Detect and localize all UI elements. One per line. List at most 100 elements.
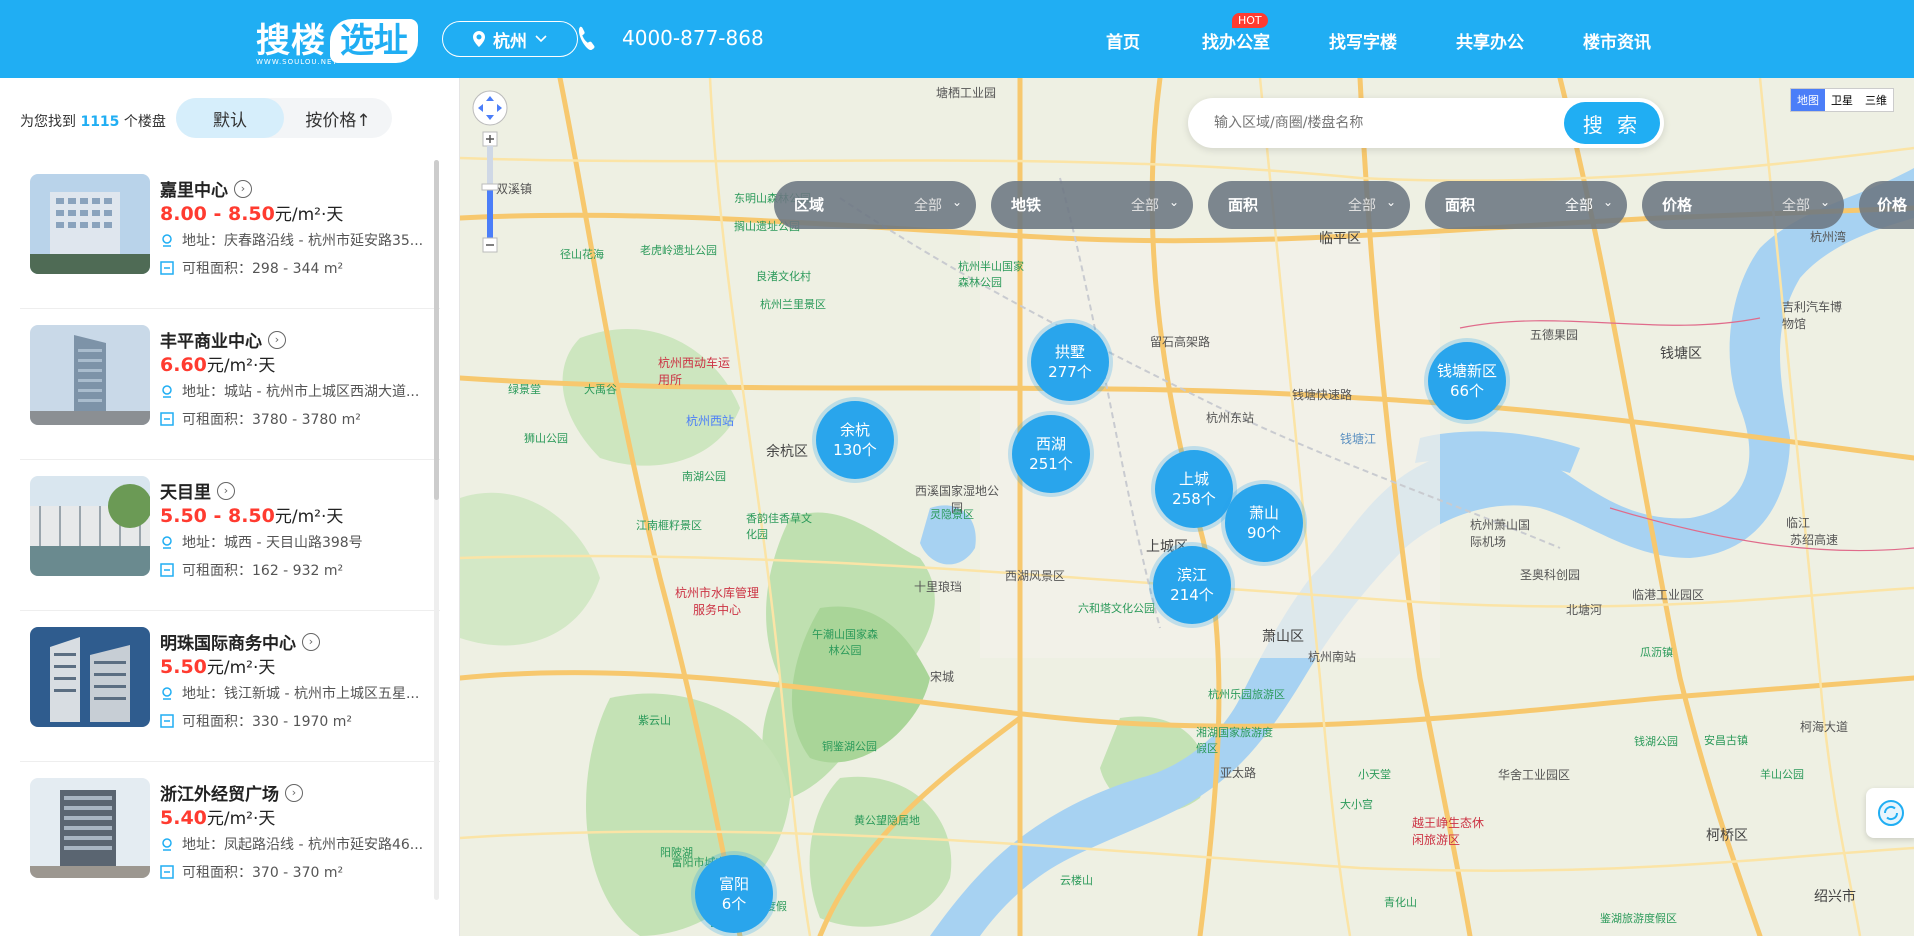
cluster-marker[interactable]: 拱墅 277个 — [1031, 323, 1109, 401]
filter-area[interactable]: 面积 全部 ⌄ — [1208, 181, 1410, 229]
poi-label: 钱塘江 — [1340, 432, 1377, 446]
listing-card[interactable]: 嘉里中心 › 8.00 - 8.50元/m²·天 地址：庆春路沿线 - 杭州市延安… — [20, 158, 440, 309]
logo-box-text: 选址 — [330, 19, 418, 63]
listing-card[interactable]: 浙江外经贸广场 › 5.40元/m²·天 地址：凤起路沿线 - 杭州市延安路46.… — [20, 762, 440, 913]
cluster-marker[interactable]: 余杭 130个 — [816, 401, 894, 479]
listing-title[interactable]: 明珠国际商务中心 › — [160, 629, 320, 654]
poi-label: 宋城 — [930, 670, 955, 684]
map-type-map[interactable]: 地图 — [1791, 89, 1825, 111]
cluster-marker[interactable]: 西湖 251个 — [1012, 415, 1090, 493]
poi-label: 紫云山 — [638, 714, 671, 727]
cluster-count: 90个 — [1246, 524, 1282, 542]
area-text: 可租面积：3780 - 3780 m² — [182, 412, 361, 428]
listing-title[interactable]: 嘉里中心 › — [160, 176, 252, 201]
city-selector[interactable]: 杭州 — [442, 21, 578, 57]
price-unit: 元/m²·天 — [206, 809, 276, 829]
poi-label: 铜鉴湖公园 — [822, 740, 877, 753]
filter-metro[interactable]: 地铁 全部 ⌄ — [991, 181, 1193, 229]
listing-title[interactable]: 丰平商业中心 › — [160, 327, 286, 352]
poi-label: 良渚文化村 — [756, 270, 811, 283]
poi-label: 杭州市水库管理服务中心 — [674, 586, 759, 617]
cluster-marker[interactable]: 萧山 90个 — [1225, 484, 1303, 562]
poi-label: 径山花海 — [560, 248, 604, 261]
poi-label: 吉利汽车博物馆 — [1782, 300, 1843, 331]
zoom-in-button[interactable] — [483, 132, 497, 146]
poi-label: 狮山公园 — [524, 432, 568, 445]
filter-price-2[interactable]: 价格 — [1859, 181, 1914, 229]
poi-label: 江南榧籽景区 — [636, 519, 702, 532]
listing-title[interactable]: 天目里 › — [160, 478, 235, 503]
nav-news[interactable]: 楼市资讯 — [1583, 28, 1651, 53]
price-value: 5.40 — [160, 807, 207, 829]
price-value: 5.50 — [160, 656, 207, 678]
nav-home[interactable]: 首页 — [1106, 28, 1140, 53]
sort-price-button[interactable]: 按价格↑ — [284, 98, 392, 138]
chevron-down-icon — [535, 35, 547, 43]
phone-number: 4000-877-868 — [622, 26, 764, 50]
map-label: 柯海大道 — [1800, 720, 1849, 734]
listing-card[interactable]: 丰平商业中心 › 6.60元/m²·天 地址：城站 - 杭州市上城区西湖大道...… — [20, 309, 440, 460]
found-suffix: 个楼盘 — [123, 114, 166, 130]
filter-area-2[interactable]: 面积 全部 ⌄ — [1425, 181, 1627, 229]
listing-price: 5.50 - 8.50元/m²·天 — [160, 502, 343, 527]
listing-card[interactable]: 明珠国际商务中心 › 5.50元/m²·天 地址：钱江新城 - 杭州市上城区五星.… — [20, 611, 440, 762]
top-header: 搜楼 选址 WWW.SOULOU.NET 杭州 4000-877-868 首页 … — [0, 0, 1914, 78]
cluster-marker[interactable]: 滨江 214个 — [1153, 546, 1231, 624]
logo[interactable]: 搜楼 选址 WWW.SOULOU.NET — [256, 18, 418, 66]
map-type-switcher: 地图 卫星 三维 — [1790, 88, 1894, 112]
filter-value: 全部 — [1565, 198, 1593, 214]
poi-label: 香韵佳香草文化园 — [746, 512, 812, 541]
location-pin-icon — [162, 838, 172, 851]
map-label: 绍兴市 — [1814, 889, 1856, 905]
nav-find-building[interactable]: 找写字楼 — [1329, 28, 1397, 53]
cluster-marker[interactable]: 钱塘新区 66个 — [1428, 342, 1506, 420]
filter-label: 价格 — [1662, 196, 1693, 214]
poi-label: 阳陂湖 — [660, 846, 693, 859]
map-type-3d[interactable]: 三维 — [1859, 89, 1893, 111]
map-label: 杭州南站 — [1308, 650, 1357, 664]
arrow-right-circle-icon: › — [302, 632, 320, 651]
price-unit: 元/m²·天 — [206, 658, 276, 678]
listing-area: 可租面积：370 - 370 m² — [160, 862, 343, 882]
chevron-down-icon: ⌄ — [1819, 195, 1830, 209]
search-button[interactable]: 搜 索 — [1564, 102, 1660, 144]
address-text: 地址：凤起路沿线 - 杭州市延安路46... — [182, 837, 424, 853]
filter-district[interactable]: 区域 全部 ⌄ — [774, 181, 976, 229]
area-text: 可租面积：298 - 344 m² — [182, 261, 344, 277]
map-canvas[interactable]: 临平区 余杭区 钱塘区 萧山区 上城区 绍兴市 亚太路 柯桥区 钱塘快速路 留石… — [460, 78, 1914, 936]
nav-shared-office[interactable]: 共享办公 — [1456, 28, 1524, 53]
price-value: 6.60 — [160, 354, 207, 376]
list-scrollbar-thumb[interactable] — [434, 160, 439, 500]
poi-label: 塘栖工业园 — [936, 86, 997, 100]
cluster-name: 萧山 — [1248, 504, 1279, 522]
nav-find-office[interactable]: 找办公室 — [1202, 28, 1270, 53]
poi-label: 大禹谷 — [584, 383, 617, 396]
location-pin-icon — [162, 385, 172, 398]
cluster-count: 6个 — [721, 895, 747, 913]
map-label: 钱塘快速路 — [1292, 388, 1353, 402]
poi-label: 临港工业园区 — [1632, 588, 1705, 602]
cluster-marker[interactable]: 上城 258个 — [1155, 450, 1233, 528]
sort-default-button[interactable]: 默认 — [176, 98, 284, 138]
address-text: 地址：城西 - 天目山路398号 — [182, 535, 363, 551]
filter-price[interactable]: 价格 全部 ⌄ — [1642, 181, 1844, 229]
area-icon — [160, 714, 174, 728]
listing-title[interactable]: 浙江外经贸广场 › — [160, 780, 303, 805]
cluster-marker[interactable]: 富阳 6个 — [695, 855, 773, 933]
chevron-down-icon: ⌄ — [1602, 195, 1613, 209]
pan-control-button[interactable] — [472, 90, 508, 126]
building-photo — [30, 778, 150, 878]
cluster-count: 66个 — [1449, 382, 1485, 400]
map-type-satellite[interactable]: 卫星 — [1825, 89, 1859, 111]
listing-list: 嘉里中心 › 8.00 - 8.50元/m²·天 地址：庆春路沿线 - 杭州市延安… — [20, 158, 440, 913]
listing-address: 地址：凤起路沿线 - 杭州市延安路46... — [160, 834, 442, 854]
customer-service-button[interactable] — [1866, 788, 1914, 838]
zoom-out-button[interactable] — [483, 238, 497, 252]
listing-card[interactable]: 天目里 › 5.50 - 8.50元/m²·天 地址：城西 - 天目山路398号 … — [20, 460, 440, 611]
listing-price: 8.00 - 8.50元/m²·天 — [160, 200, 343, 225]
listing-area: 可租面积：298 - 344 m² — [160, 258, 343, 278]
poi-label: 六和塔文化公园 — [1078, 602, 1155, 615]
poi-label: 杭州乐园旅游区 — [1208, 688, 1285, 701]
map-search-input[interactable] — [1214, 112, 1514, 134]
map-label: 萧山区 — [1262, 629, 1304, 645]
